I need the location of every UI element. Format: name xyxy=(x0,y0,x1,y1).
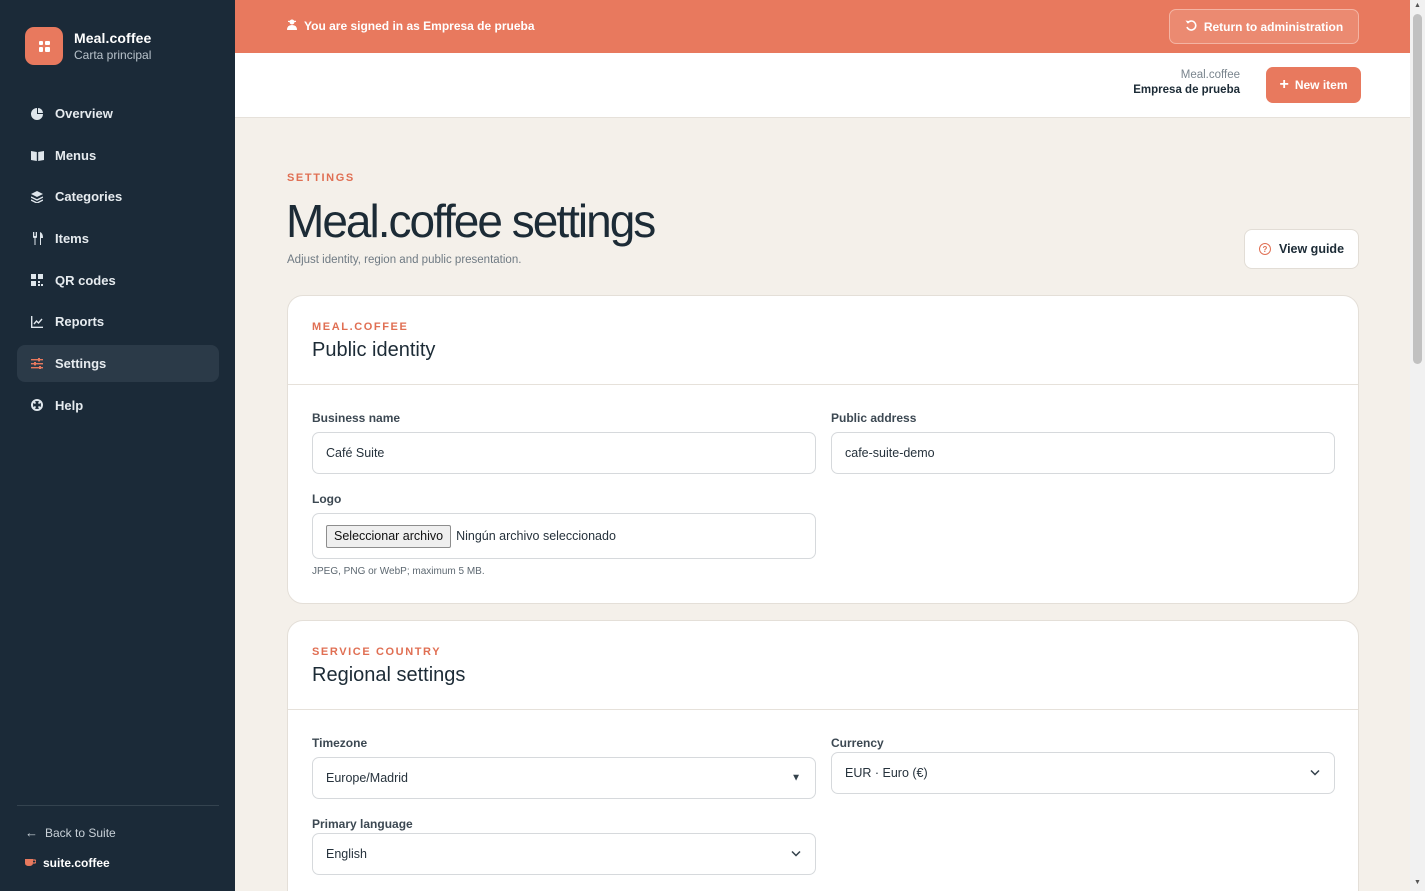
regional-settings-card: SERVICE COUNTRY Regional settings Timezo… xyxy=(287,620,1359,891)
chart-pie-icon xyxy=(30,107,44,121)
business-name-value: Café Suite xyxy=(326,446,385,460)
coffee-cup-icon xyxy=(25,856,37,870)
app-name: Meal.coffee xyxy=(1180,69,1240,81)
top-bar: Meal.coffee Empresa de prueba + New item xyxy=(235,53,1410,118)
caret-down-icon: ▼ xyxy=(791,772,801,784)
sidebar-item-settings[interactable]: Settings xyxy=(17,345,219,383)
new-item-button[interactable]: + New item xyxy=(1266,67,1361,103)
file-status: Ningún archivo seleccionado xyxy=(456,529,616,543)
primary-language-value: English xyxy=(326,847,367,861)
utensils-icon xyxy=(30,232,44,246)
choose-file-button[interactable]: Seleccionar archivo xyxy=(326,524,452,548)
arrow-left-icon: ← xyxy=(25,825,38,840)
sidebar-item-qr-codes[interactable]: QR codes xyxy=(17,262,219,299)
brand-name: Meal.coffee xyxy=(74,30,152,46)
sidebar-item-label: Overview xyxy=(55,106,113,121)
page-eyebrow: SETTINGS xyxy=(287,172,355,184)
brand[interactable]: Meal.coffee Carta principal xyxy=(25,27,151,65)
scroll-down-icon[interactable]: ▼ xyxy=(1414,879,1421,886)
page-subtitle: Adjust identity, region and public prese… xyxy=(287,254,522,266)
new-item-label: New item xyxy=(1294,78,1348,92)
chevron-down-icon xyxy=(791,849,801,860)
return-to-administration-button[interactable]: Return to administration xyxy=(1169,9,1359,44)
page-title: Meal.coffee settings xyxy=(286,195,656,247)
card-eyebrow: SERVICE COUNTRY xyxy=(312,646,442,658)
sidebar-item-reports[interactable]: Reports xyxy=(17,303,219,340)
company-name: Empresa de prueba xyxy=(1133,84,1240,96)
logo-hint: JPEG, PNG or WebP; maximum 5 MB. xyxy=(312,566,485,577)
banner-text: You are signed in as Empresa de prueba xyxy=(304,19,535,33)
primary-language-select[interactable]: English xyxy=(312,833,816,875)
lifebuoy-icon xyxy=(30,398,44,412)
timezone-label: Timezone xyxy=(312,736,368,750)
back-to-suite-link[interactable]: ← Back to Suite xyxy=(25,825,116,840)
card-title: Public identity xyxy=(312,339,436,361)
impersonation-banner: You are signed in as Empresa de prueba R… xyxy=(235,0,1410,53)
timezone-value: Europe/Madrid xyxy=(326,771,408,785)
sidebar-item-label: Reports xyxy=(55,314,105,330)
business-name-label: Business name xyxy=(312,411,401,425)
undo-icon xyxy=(1185,19,1197,34)
banner-message: You are signed in as Empresa de prueba xyxy=(287,19,535,33)
page-scrollbar[interactable]: ▲ ▼ xyxy=(1410,0,1425,891)
suite-coffee-label: suite.coffee xyxy=(43,856,110,870)
card-eyebrow: MEAL.COFFEE xyxy=(312,321,409,333)
logo-file-input[interactable]: Seleccionar archivo Ningún archivo selec… xyxy=(312,513,816,559)
plus-icon: + xyxy=(1279,76,1289,93)
chart-line-icon xyxy=(30,315,44,329)
layers-icon xyxy=(30,190,44,204)
qr-code-icon xyxy=(30,273,44,287)
public-address-value: cafe-suite-demo xyxy=(845,446,935,460)
sidebar-item-overview[interactable]: Overview xyxy=(17,95,219,132)
chevron-down-icon xyxy=(1310,768,1320,779)
help-circle-icon: ? xyxy=(1258,243,1271,255)
brand-subtitle: Carta principal xyxy=(74,48,152,62)
public-identity-card: MEAL.COFFEE Public identity Business nam… xyxy=(287,295,1359,604)
sidebar: Meal.coffee Carta principal Overview Men… xyxy=(0,0,235,891)
sidebar-item-categories[interactable]: Categories xyxy=(17,178,219,215)
currency-select[interactable]: EUR · Euro (€) xyxy=(831,752,1335,794)
sidebar-item-items[interactable]: Items xyxy=(17,220,219,257)
sidebar-nav: Overview Menus Categories Items QR codes xyxy=(17,95,219,429)
sidebar-item-label: Menus xyxy=(55,147,97,163)
sidebar-item-help[interactable]: Help xyxy=(17,387,219,424)
view-guide-button[interactable]: ? View guide xyxy=(1244,229,1359,269)
public-address-label: Public address xyxy=(831,411,917,425)
timezone-select[interactable]: Europe/Madrid ▼ xyxy=(312,757,816,799)
scrollbar-thumb[interactable] xyxy=(1413,14,1422,364)
account-info: Meal.coffee Empresa de prueba xyxy=(1133,69,1240,96)
sidebar-item-label: Categories xyxy=(55,189,123,205)
business-name-input[interactable]: Café Suite xyxy=(312,432,816,474)
sliders-icon xyxy=(30,357,44,371)
currency-value: EUR · Euro (€) xyxy=(845,766,928,780)
sidebar-item-label: Help xyxy=(55,397,84,413)
public-address-input[interactable]: cafe-suite-demo xyxy=(831,432,1335,474)
app-logo-icon xyxy=(25,27,63,65)
primary-language-label: Primary language xyxy=(312,817,413,831)
sidebar-item-label: Items xyxy=(55,231,89,247)
book-open-icon xyxy=(30,148,44,162)
suite-coffee-link[interactable]: suite.coffee xyxy=(25,856,110,870)
user-secret-icon xyxy=(287,19,297,33)
card-title: Regional settings xyxy=(312,664,466,686)
currency-label: Currency xyxy=(831,736,884,750)
view-guide-label: View guide xyxy=(1278,242,1345,256)
sidebar-item-menus[interactable]: Menus xyxy=(17,137,219,174)
scroll-up-icon[interactable]: ▲ xyxy=(1414,2,1421,9)
back-to-suite-label: Back to Suite xyxy=(45,825,116,840)
return-label: Return to administration xyxy=(1203,19,1344,34)
logo-label: Logo xyxy=(312,492,342,506)
sidebar-item-label: QR codes xyxy=(55,272,116,288)
sidebar-divider xyxy=(17,805,219,806)
sidebar-item-label: Settings xyxy=(55,356,107,372)
